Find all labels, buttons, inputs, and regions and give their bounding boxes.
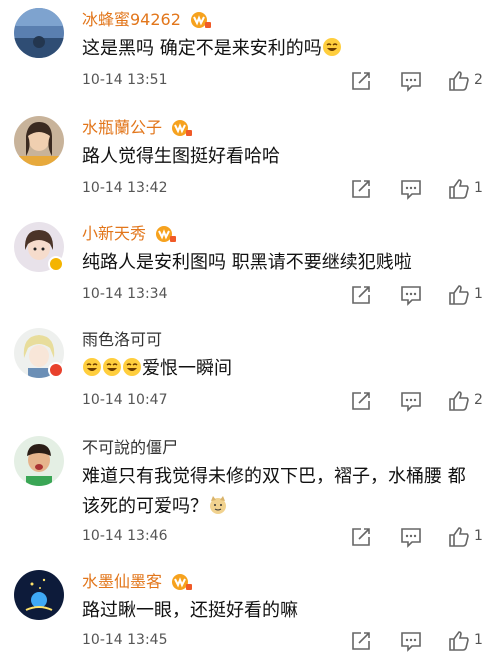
timestamp: 10-14 13:34 (82, 286, 168, 302)
reply-button[interactable] (400, 390, 422, 412)
comment-text: 路人觉得生图挺好看哈哈 (82, 146, 280, 167)
vip-badge-icon (172, 120, 193, 136)
vip-badge-icon (156, 226, 177, 242)
avatar[interactable] (14, 570, 64, 620)
comment-text: 难道只有我觉得未修的双下巴，褶子，水桶腰 都 该死的可爱吗？ (82, 466, 466, 517)
doge-emoji-icon (210, 496, 226, 514)
like-button[interactable] (448, 70, 470, 92)
timestamp: 10-14 13:46 (82, 528, 168, 544)
verified-badge-icon (48, 256, 64, 272)
like-count: 1 (474, 632, 483, 648)
like-count: 1 (474, 528, 483, 544)
thumbs-up-icon (449, 391, 469, 411)
like-count: 1 (474, 286, 483, 302)
thumbs-up-icon (449, 527, 469, 547)
timestamp: 10-14 13:45 (82, 632, 168, 648)
reply-button[interactable] (400, 70, 422, 92)
laugh-emoji-icon (123, 358, 141, 376)
comment-text: 爱恨一瞬间 (82, 354, 482, 384)
reply-button[interactable] (400, 284, 422, 306)
username[interactable]: 小新天秀 (82, 223, 146, 245)
share-icon (352, 286, 370, 304)
like-button[interactable] (448, 630, 470, 652)
vip-badge-icon (190, 12, 211, 28)
share-icon (352, 392, 370, 410)
share-icon (352, 72, 370, 90)
avatar[interactable] (14, 8, 64, 58)
like-button[interactable] (448, 526, 470, 548)
comment-icon (401, 528, 421, 548)
like-button[interactable] (448, 178, 470, 200)
thumbs-up-icon (449, 179, 469, 199)
comment-text: 纯路人是安利图吗 职黑请不要继续犯贱啦 (82, 252, 412, 273)
comment-item: 水瓶蘭公子 路人觉得生图挺好看哈哈 10-14 13:42 1 (0, 116, 500, 208)
comment-item: 雨色洛可可 爱恨一瞬间 10-14 10:47 2 (0, 328, 500, 420)
laugh-emoji-icon (83, 358, 101, 376)
avatar[interactable] (14, 436, 64, 486)
like-button[interactable] (448, 390, 470, 412)
verified-badge-icon (48, 362, 64, 378)
username[interactable]: 冰蜂蜜94262 (82, 9, 181, 31)
username[interactable]: 水墨仙墨客 (82, 571, 162, 593)
username[interactable]: 不可說的僵尸 (82, 437, 178, 459)
timestamp: 10-14 10:47 (82, 392, 168, 408)
timestamp: 10-14 13:42 (82, 180, 168, 196)
laugh-emoji-icon (322, 38, 341, 56)
share-button[interactable] (350, 178, 372, 200)
comment-item: 不可說的僵尸 难道只有我觉得未修的双下巴，褶子，水桶腰 都 该死的可爱吗？ 10… (0, 436, 500, 556)
share-icon (352, 632, 370, 650)
vip-badge-icon (172, 574, 193, 590)
thumbs-up-icon (449, 71, 469, 91)
like-count: 1 (474, 180, 483, 196)
like-button[interactable] (448, 284, 470, 306)
share-button[interactable] (350, 526, 372, 548)
reply-button[interactable] (400, 526, 422, 548)
thumbs-up-icon (449, 285, 469, 305)
share-button[interactable] (350, 70, 372, 92)
timestamp: 10-14 13:51 (82, 72, 168, 88)
share-button[interactable] (350, 284, 372, 306)
like-count: 2 (474, 72, 483, 88)
comment-item: 小新天秀 纯路人是安利图吗 职黑请不要继续犯贱啦 10-14 13:34 1 (0, 222, 500, 314)
reply-button[interactable] (400, 630, 422, 652)
share-button[interactable] (350, 390, 372, 412)
username[interactable]: 水瓶蘭公子 (82, 117, 162, 139)
comment-icon (401, 180, 421, 200)
comment-item: 水墨仙墨客 路过瞅一眼，还挺好看的嘛 10-14 13:45 1 (0, 570, 500, 654)
comment-icon (401, 286, 421, 306)
comment-text: 路过瞅一眼，还挺好看的嘛 (82, 600, 298, 621)
comment-icon (401, 392, 421, 412)
username[interactable]: 雨色洛可可 (82, 329, 162, 351)
laugh-emoji-icon (103, 358, 121, 376)
reply-button[interactable] (400, 178, 422, 200)
share-icon (352, 528, 370, 546)
thumbs-up-icon (449, 631, 469, 651)
comment-icon (401, 72, 421, 92)
share-icon (352, 180, 370, 198)
avatar[interactable] (14, 116, 64, 166)
comment-item: 冰蜂蜜94262 这是黑吗 确定不是来安利的吗 10-14 13:51 2 (0, 8, 500, 100)
like-count: 2 (474, 392, 483, 408)
comment-text: 这是黑吗 确定不是来安利的吗 (82, 34, 482, 64)
comment-icon (401, 632, 421, 652)
share-button[interactable] (350, 630, 372, 652)
